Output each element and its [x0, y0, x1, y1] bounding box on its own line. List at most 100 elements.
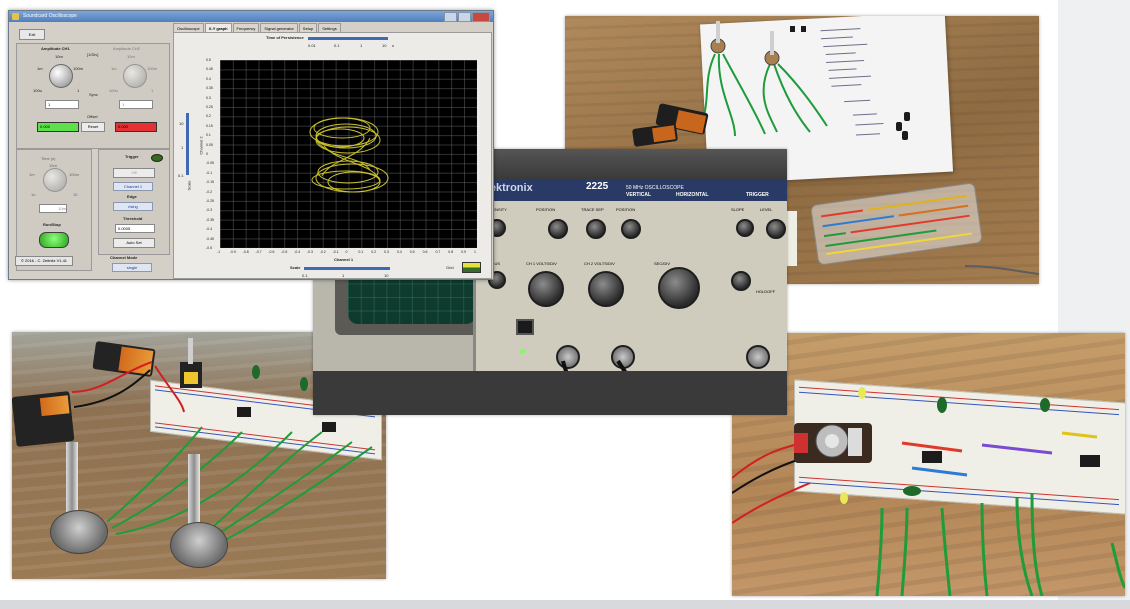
maximize-icon[interactable] [458, 12, 471, 22]
persistence-tick: 0.1 [334, 43, 340, 48]
edge-dropdown[interactable]: rising [113, 202, 153, 211]
edge-label: Edge [127, 194, 137, 199]
y-tick-label: 0.1 [206, 133, 211, 138]
x-tick-label: -0.7 [255, 250, 262, 254]
y-tick-label: 0.35 [206, 86, 213, 91]
trigger-group: Trigger Off Channel 1 Edge rising Thresh… [98, 149, 170, 255]
app-icon [12, 13, 19, 20]
x-tick-label: 0.1 [358, 250, 364, 254]
y-tick-label: 0.05 [206, 142, 213, 147]
horizontal-scale-slider[interactable] [304, 267, 390, 270]
potentiometer-knob[interactable] [50, 510, 108, 554]
persistence-tick: 1 [360, 43, 363, 48]
trigger-off-button[interactable]: Off [113, 168, 155, 178]
trigger-indicator [151, 154, 163, 162]
ic-chip [1080, 455, 1100, 467]
tab-bar: Oscilloscope X-Y graph Frequency Signal … [173, 23, 342, 32]
ch1-tick: 100m [73, 66, 84, 71]
ch1-tick: 1m [37, 66, 43, 71]
time-group: Time (s) 10m 1m 100m 1u 10 10m Run/Stop … [15, 149, 92, 271]
tab-frequency[interactable]: Frequency [232, 23, 260, 32]
jumper-wire-kit [810, 183, 983, 265]
time-tick: 1u [31, 192, 36, 197]
grid-label: Grid [446, 265, 454, 270]
ch2-amplitude-input[interactable]: 1 [119, 100, 153, 109]
time-knob[interactable] [43, 168, 67, 192]
ch2-tick: 1m [111, 66, 117, 71]
sync-label: Sync [89, 92, 98, 97]
battery-icon [632, 123, 678, 147]
ch2-tick: 100u [109, 88, 118, 93]
potentiometer-knob[interactable] [170, 522, 228, 568]
y-tick-label: 0.45 [206, 67, 213, 72]
persistence-tick: 0.01 [308, 43, 316, 48]
photo-breadboard-toggle [732, 333, 1125, 596]
tab-xy-graph[interactable]: X-Y graph [204, 23, 232, 32]
potentiometer-shaft [66, 442, 78, 517]
auto-set-button[interactable]: Auto Set [113, 238, 155, 248]
minimize-icon[interactable] [444, 12, 457, 22]
units-label: [1/Div] [87, 52, 99, 57]
offset-reset-button[interactable]: Reset [81, 122, 105, 132]
trigger-channel-dropdown[interactable]: Channel 1 [113, 182, 153, 191]
vscale-tick: 0.1 [178, 173, 184, 178]
x-tick-label: 0.6 [422, 250, 428, 254]
x-tick-label: 0.3 [384, 250, 389, 254]
vscale-tick: 1 [181, 145, 184, 150]
x-tick-label: 0 [345, 250, 348, 254]
x-tick-label: 0.9 [461, 250, 467, 254]
x-tick-label: 0.4 [396, 250, 402, 254]
close-icon[interactable] [472, 12, 490, 22]
y-tick-label: -0.15 [206, 180, 214, 185]
tab-oscilloscope[interactable]: Oscilloscope [173, 23, 204, 32]
time-tick: 100m [69, 172, 80, 177]
offset-label: Offset [87, 114, 98, 119]
xy-plot-area[interactable] [220, 60, 477, 248]
scale-tick: 0.1 [302, 273, 308, 278]
ch2-tick: 100m [147, 66, 158, 71]
y-tick-label: -0.5 [206, 246, 213, 250]
y-tick-label: -0.2 [206, 189, 213, 194]
ch2-amplitude-title: Amplitude CH2 [113, 46, 140, 51]
ch1-amplitude-input[interactable]: 1 [45, 100, 79, 109]
x-tick-label: -0.8 [242, 250, 249, 254]
tab-settings[interactable]: Settings [318, 23, 341, 32]
y-tick-label: -0.45 [206, 236, 214, 241]
ch1-tick: 10m [55, 54, 63, 59]
ch1-amplitude-title: Amplitude CH1 [41, 46, 70, 51]
persistence-tick: s [392, 43, 394, 48]
tab-setup[interactable]: Setup [298, 23, 318, 32]
persistence-slider[interactable] [308, 37, 388, 40]
ic-chip [237, 407, 251, 417]
ch1-offset-display: 0.000 [37, 122, 79, 132]
y-tick-label: 0 [206, 152, 208, 156]
x-tick-label: -0.4 [294, 250, 301, 254]
run-stop-button[interactable] [39, 232, 69, 248]
window-titlebar: Soundcard Oscilloscope [9, 11, 493, 22]
x-tick-label: -0.5 [281, 250, 288, 254]
grid-toggle[interactable] [462, 262, 481, 273]
persistence-label: Time of Persistence [266, 35, 304, 40]
threshold-label: Threshold [123, 216, 143, 221]
oscilloscope-software-window: Soundcard Oscilloscope Exit Amplitude CH… [8, 10, 494, 280]
ch1-amplitude-knob[interactable] [49, 64, 73, 88]
y-tick-label: -0.4 [206, 227, 213, 232]
x-tick-label: -0.2 [319, 250, 326, 254]
x-tick-label: 0.5 [409, 250, 415, 254]
scale-label: Scale [290, 265, 301, 270]
y-axis-label: Channel 2 [198, 136, 204, 155]
ch2-tick: 10m [127, 54, 135, 59]
horizontal-scrollbar[interactable] [0, 600, 1130, 609]
amplitude-group: Amplitude CH1 [1/Div] Amplitude CH2 10m … [16, 43, 170, 149]
x-tick-label: 0.2 [371, 250, 377, 254]
exit-button[interactable]: Exit [19, 29, 45, 40]
time-tick: 1m [29, 172, 35, 177]
tab-signal-generator[interactable]: Signal generator [260, 23, 298, 32]
time-input[interactable]: 10m [39, 204, 67, 213]
threshold-input[interactable]: 0.0005 [115, 224, 155, 233]
ch2-amplitude-knob[interactable] [123, 64, 147, 88]
channel-mode-dropdown[interactable]: single [112, 263, 152, 272]
x-tick-label: -1 [217, 250, 221, 254]
ch1-tick: 100u [33, 88, 42, 93]
vertical-scale-slider[interactable] [186, 113, 189, 175]
